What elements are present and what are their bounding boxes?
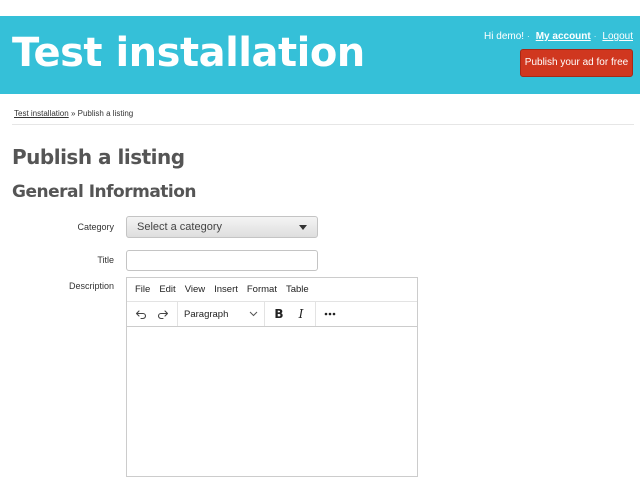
publish-ad-button[interactable]: Publish your ad for free <box>520 49 633 77</box>
menu-file[interactable]: File <box>135 284 150 295</box>
block-format-value: Paragraph <box>184 308 229 320</box>
description-editor[interactable]: File Edit View Insert Format Table Parag… <box>126 277 418 477</box>
block-format-select[interactable]: Paragraph <box>178 309 264 320</box>
logout-link[interactable]: Logout <box>602 31 633 42</box>
redo-icon[interactable] <box>152 303 174 325</box>
editor-toolbar: Paragraph B I <box>127 302 417 327</box>
site-header: Test installation Hi demo! · My account … <box>0 16 640 94</box>
bold-button[interactable]: B <box>268 303 290 325</box>
block-format-group: Paragraph <box>178 302 265 326</box>
greeting-text: Hi demo! <box>484 31 525 42</box>
category-select-value: Select a category <box>137 221 222 233</box>
history-group <box>127 302 178 326</box>
breadcrumb-separator: » <box>70 109 76 118</box>
section-title: General Information <box>12 182 197 202</box>
description-label: Description <box>68 281 114 291</box>
title-input[interactable] <box>126 250 318 271</box>
undo-icon[interactable] <box>130 303 152 325</box>
editor-menubar: File Edit View Insert Format Table <box>127 278 417 302</box>
title-label: Title <box>97 255 114 265</box>
menu-insert[interactable]: Insert <box>214 284 238 295</box>
divider <box>12 124 634 125</box>
page-title: Publish a listing <box>12 145 185 169</box>
more-group <box>316 302 344 326</box>
separator: · <box>593 32 597 41</box>
user-links: Hi demo! · My account · Logout <box>484 31 633 42</box>
formatting-group: B I <box>265 302 316 326</box>
category-select[interactable]: Select a category <box>126 216 318 238</box>
chevron-down-icon <box>249 311 258 317</box>
category-label: Category <box>77 222 114 232</box>
menu-view[interactable]: View <box>185 284 205 295</box>
menu-edit[interactable]: Edit <box>159 284 175 295</box>
breadcrumb: Test installation » Publish a listing <box>14 109 133 118</box>
separator: · <box>527 32 530 41</box>
breadcrumb-home-link[interactable]: Test installation <box>14 109 69 118</box>
chevron-down-icon <box>299 225 307 230</box>
site-title[interactable]: Test installation <box>12 28 365 78</box>
menu-table[interactable]: Table <box>286 284 309 295</box>
my-account-link[interactable]: My account <box>536 31 591 42</box>
italic-button[interactable]: I <box>290 303 312 325</box>
breadcrumb-current: Publish a listing <box>77 109 134 118</box>
more-icon[interactable] <box>319 303 341 325</box>
menu-format[interactable]: Format <box>247 284 277 295</box>
